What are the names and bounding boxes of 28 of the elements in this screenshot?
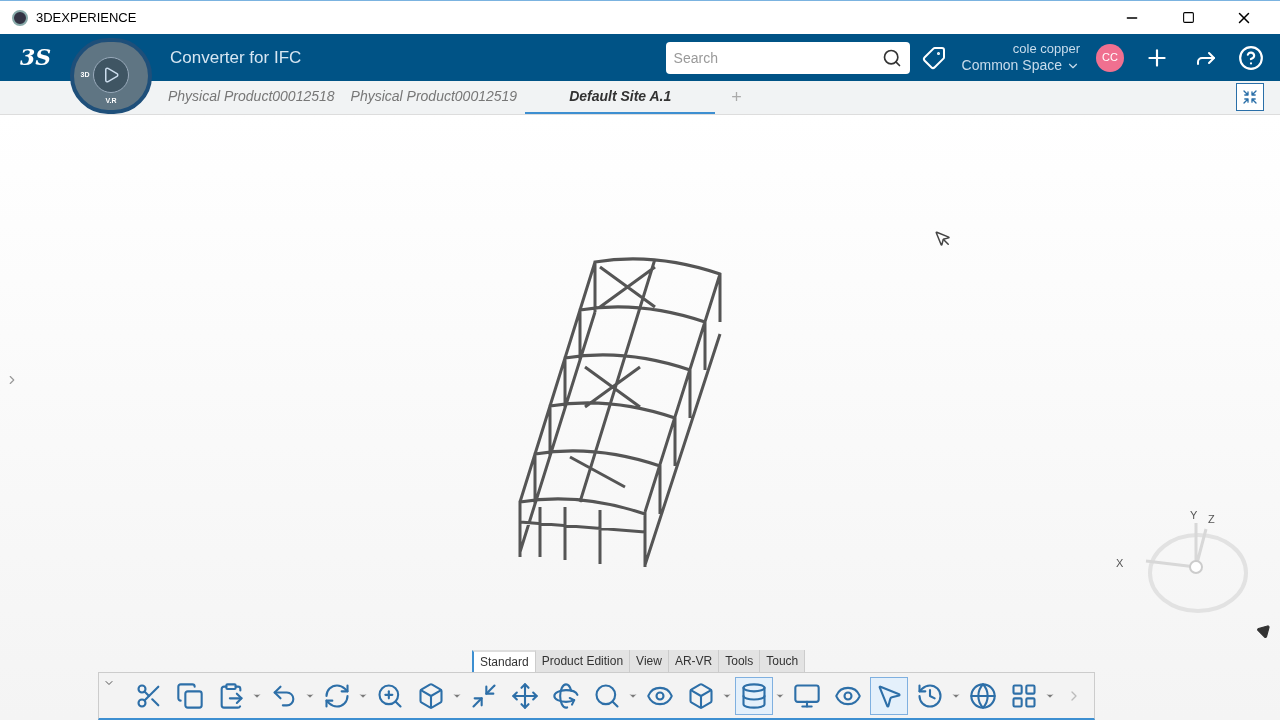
database-icon[interactable] xyxy=(735,676,773,715)
axis-label: Y xyxy=(1190,508,1198,523)
space-selector[interactable]: Common Space xyxy=(961,56,1062,75)
axis-label: X xyxy=(1116,556,1124,571)
section-tab[interactable]: View xyxy=(630,650,669,672)
section-tab[interactable]: Product Edition xyxy=(535,650,631,672)
document-tab[interactable]: Physical Product00012518 xyxy=(160,81,343,114)
brand-logo: 3S xyxy=(20,43,53,72)
section-tab[interactable]: Tools xyxy=(719,650,761,672)
document-tab[interactable]: Physical Product00012519 xyxy=(342,81,526,114)
shrink-arrows-icon[interactable] xyxy=(1242,89,1258,105)
axis-label: Z xyxy=(1208,512,1215,527)
play-icon[interactable] xyxy=(93,56,130,93)
user-name: cole copper xyxy=(1012,40,1080,57)
mouse-cursor-icon xyxy=(934,230,952,248)
search-icon[interactable] xyxy=(881,47,902,68)
app-title: Converter for IFC xyxy=(170,46,302,69)
app-logo-icon xyxy=(12,9,28,26)
section-tab[interactable]: AR-VR xyxy=(668,650,720,672)
window-title: 3DEXPERIENCE xyxy=(36,8,137,27)
section-tab[interactable]: Touch xyxy=(760,650,806,672)
help-icon[interactable] xyxy=(1238,44,1264,71)
maximize-icon[interactable] xyxy=(1181,11,1195,24)
tag-icon[interactable] xyxy=(921,45,946,70)
collapse-button[interactable] xyxy=(1236,83,1264,111)
pointer-icon[interactable] xyxy=(870,676,908,715)
search-field[interactable]: Search xyxy=(665,41,910,74)
section-tab[interactable]: Standard xyxy=(472,650,536,672)
